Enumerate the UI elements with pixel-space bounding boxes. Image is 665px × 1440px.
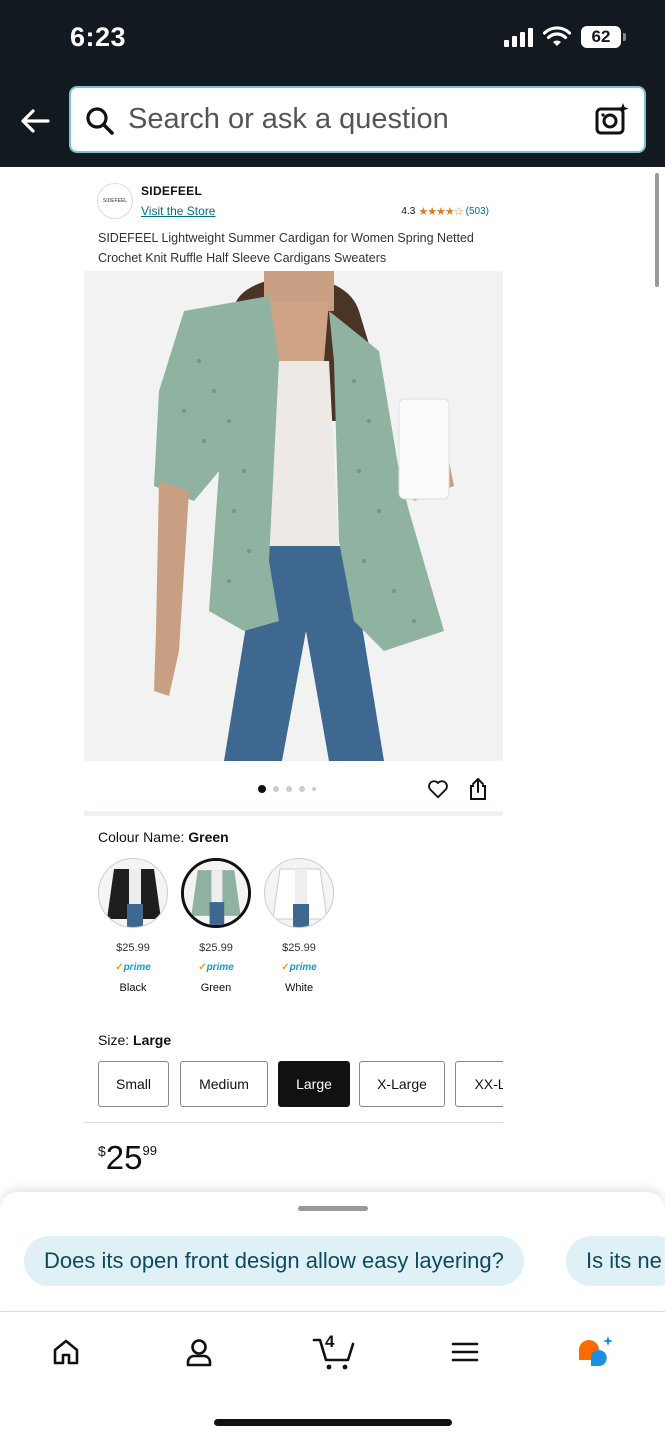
size-label-text: Size: xyxy=(98,1032,134,1048)
colour-swatch-black[interactable] xyxy=(98,858,168,928)
search-input[interactable] xyxy=(128,88,568,151)
home-indicator[interactable] xyxy=(214,1419,452,1426)
scrollbar[interactable] xyxy=(655,173,659,287)
carousel-dot[interactable] xyxy=(286,786,292,792)
back-arrow-icon[interactable] xyxy=(18,104,52,138)
price-fraction: 99 xyxy=(142,1143,157,1158)
price-whole: 25 xyxy=(105,1139,143,1176)
brand-logo[interactable]: SIDEFEEL xyxy=(97,183,133,219)
carousel-dot[interactable] xyxy=(258,785,266,793)
colour-label: Colour Name: Green xyxy=(98,829,229,845)
size-option-xx-large[interactable]: XX-L xyxy=(455,1061,503,1107)
status-time: 6:23 xyxy=(70,22,127,52)
heart-icon[interactable] xyxy=(427,778,449,800)
prime-label: prime xyxy=(123,962,151,973)
size-label: Size: Large xyxy=(98,1032,171,1048)
swatch-name: Black xyxy=(119,982,147,994)
size-option-medium[interactable]: Medium xyxy=(180,1061,268,1107)
share-icon[interactable] xyxy=(467,777,489,801)
swatch-image xyxy=(99,859,167,927)
tab-account[interactable] xyxy=(179,1332,219,1372)
size-selected: Large xyxy=(133,1032,172,1048)
prime-badge: ✓prime xyxy=(198,962,234,973)
search-icon xyxy=(86,107,114,135)
product-title: SIDEFEEL Lightweight Summer Cardigan for… xyxy=(98,231,474,265)
price-currency: $ xyxy=(98,1143,106,1159)
swatch-name: Green xyxy=(200,982,232,994)
home-icon xyxy=(53,1339,79,1365)
brand-logo-text: SIDEFEEL xyxy=(102,198,128,204)
divider xyxy=(84,1122,503,1123)
swatch-image xyxy=(184,861,248,925)
swatch-name: White xyxy=(284,982,314,994)
brand-name: SIDEFEEL xyxy=(141,184,203,198)
rating-summary[interactable]: 4.3 ★★★★☆ (503) xyxy=(401,205,489,218)
colour-label-text: Colour Name: xyxy=(98,829,189,845)
size-option-large[interactable]: Large xyxy=(278,1061,350,1107)
swatch-price: $25.99 xyxy=(199,942,233,954)
rating-value: 4.3 xyxy=(401,206,416,217)
visit-store-link[interactable]: Visit the Store xyxy=(141,204,215,218)
colour-selected: Green xyxy=(188,829,229,845)
colour-swatch-white[interactable] xyxy=(264,858,334,928)
suggestion-chip[interactable]: Does its open front design allow easy la… xyxy=(24,1236,524,1286)
wifi-icon xyxy=(543,26,571,46)
size-option-x-large[interactable]: X-Large xyxy=(359,1061,445,1107)
bottom-tab-bar: 4 xyxy=(0,1311,665,1440)
battery-indicator: 62 xyxy=(581,26,626,48)
tab-home[interactable] xyxy=(46,1332,86,1372)
product-image[interactable] xyxy=(84,271,503,761)
review-count[interactable]: (503) xyxy=(466,206,489,217)
cellular-signal-icon xyxy=(504,27,533,47)
colour-swatch-green[interactable] xyxy=(181,858,251,928)
search-bar[interactable] xyxy=(69,86,646,153)
sheet-handle[interactable] xyxy=(298,1206,368,1211)
carousel-dot[interactable] xyxy=(299,786,305,792)
image-carousel-dots[interactable] xyxy=(258,785,316,793)
size-option-small[interactable]: Small xyxy=(98,1061,169,1107)
product-photo xyxy=(84,271,503,761)
rufus-assistant-icon xyxy=(579,1336,613,1366)
prime-label: prime xyxy=(206,962,234,973)
carousel-dot[interactable] xyxy=(312,787,316,791)
prime-badge: ✓prime xyxy=(281,962,317,973)
user-icon xyxy=(186,1339,212,1367)
cart-count-badge: 4 xyxy=(325,1332,335,1351)
suggestion-sheet[interactable]: Does its open front design allow easy la… xyxy=(0,1192,665,1310)
suggestion-chip[interactable]: Is its ne xyxy=(566,1236,665,1286)
divider xyxy=(84,811,503,816)
status-icons: 62 xyxy=(504,26,626,48)
swatch-price: $25.99 xyxy=(116,942,150,954)
header: 6:23 62 xyxy=(0,0,665,167)
swatch-price: $25.99 xyxy=(282,942,316,954)
star-rating-icon: ★★★★☆ xyxy=(418,206,463,218)
tab-menu[interactable] xyxy=(445,1332,485,1372)
prime-label: prime xyxy=(289,962,317,973)
camera-search-icon[interactable] xyxy=(594,101,630,137)
menu-icon xyxy=(451,1342,479,1362)
swatch-image xyxy=(265,859,333,927)
prime-badge: ✓prime xyxy=(115,962,151,973)
tab-rufus-assistant[interactable] xyxy=(575,1332,615,1372)
carousel-dot[interactable] xyxy=(273,786,279,792)
price: $2599 xyxy=(98,1139,157,1177)
size-options: Small Medium Large X-Large XX-L xyxy=(84,1055,503,1115)
tab-cart[interactable]: 4 xyxy=(312,1332,356,1372)
